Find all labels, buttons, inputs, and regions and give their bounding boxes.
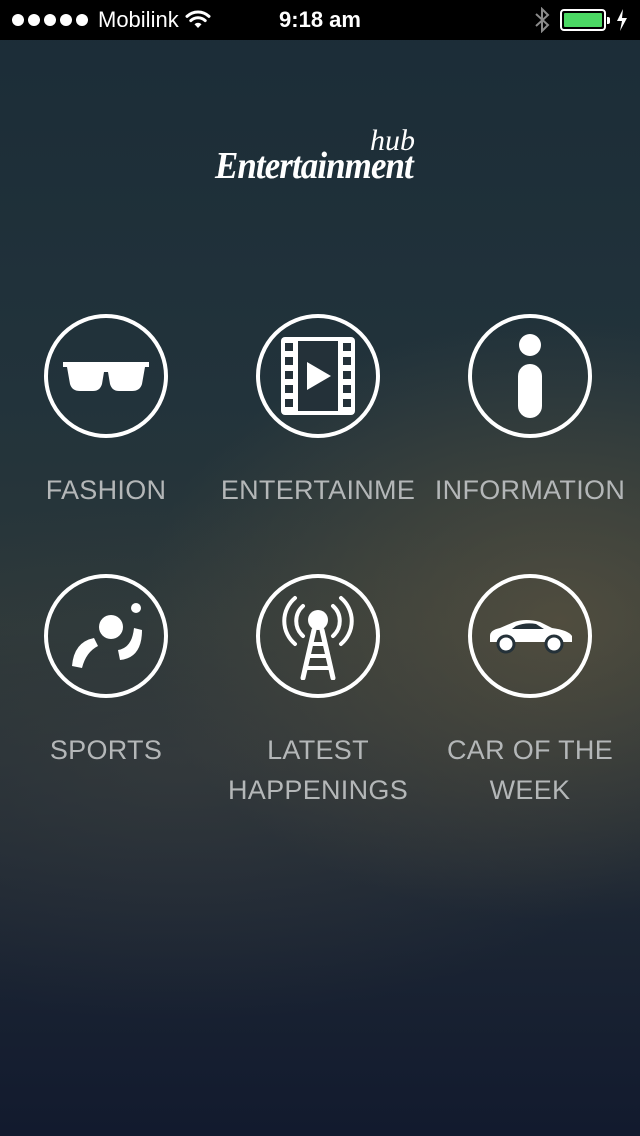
menu-label-latest-happenings: LATEST HAPPENINGS (212, 730, 424, 810)
battery-level (564, 13, 602, 27)
app-logo: hub Entertainment (0, 124, 640, 194)
menu-label-information: INFORMATION (434, 475, 626, 505)
charging-bolt-icon (617, 9, 627, 31)
status-left: Mobilink (12, 7, 211, 33)
sports-icon-circle[interactable] (44, 574, 168, 698)
bluetooth-icon (535, 7, 550, 33)
info-icon (518, 334, 542, 418)
menu-item-latest-happenings[interactable]: LATEST HAPPENINGS (212, 574, 424, 810)
latest-happenings-icon-circle[interactable] (256, 574, 380, 698)
menu-label-fashion: FASHION (45, 475, 167, 505)
menu-item-car-of-the-week[interactable]: CAR OF THE WEEK (424, 574, 636, 810)
wifi-icon (185, 10, 211, 28)
menu-label-car-of-the-week-line2: WEEK (489, 775, 571, 805)
menu-label-car-of-the-week: CAR OF THE WEEK (424, 730, 636, 810)
fashion-icon-circle[interactable] (44, 314, 168, 438)
broadcast-tower-icon (282, 596, 354, 680)
menu-label-latest-happenings-line1: LATEST (267, 735, 369, 765)
information-icon-circle[interactable] (468, 314, 592, 438)
menu-label-latest-happenings-line2: HAPPENINGS (227, 775, 409, 805)
logo-main-text: Entertainment (215, 145, 414, 187)
menu-item-sports[interactable]: SPORTS (0, 574, 212, 770)
battery-icon (560, 9, 610, 31)
entertainment-icon-circle[interactable] (256, 314, 380, 438)
menu-label-entertainment: ENTERTAINME (220, 475, 416, 505)
film-play-icon (281, 337, 355, 415)
menu-item-fashion[interactable]: FASHION (0, 314, 212, 510)
car-icon (490, 620, 572, 654)
signal-strength-icon (12, 14, 88, 26)
carrier-name: Mobilink (98, 7, 179, 32)
menu-label-sports: SPORTS (49, 735, 163, 765)
menu-item-entertainment[interactable]: ENTERTAINME (212, 314, 424, 510)
car-of-the-week-icon-circle[interactable] (468, 574, 592, 698)
status-bar: Mobilink 9:18 am (0, 0, 640, 40)
menu-item-information[interactable]: INFORMATION (424, 314, 636, 510)
sports-icon (72, 603, 142, 668)
sunglasses-icon (63, 362, 149, 391)
menu-label-car-of-the-week-line1: CAR OF THE (446, 735, 613, 765)
status-right (534, 7, 628, 33)
